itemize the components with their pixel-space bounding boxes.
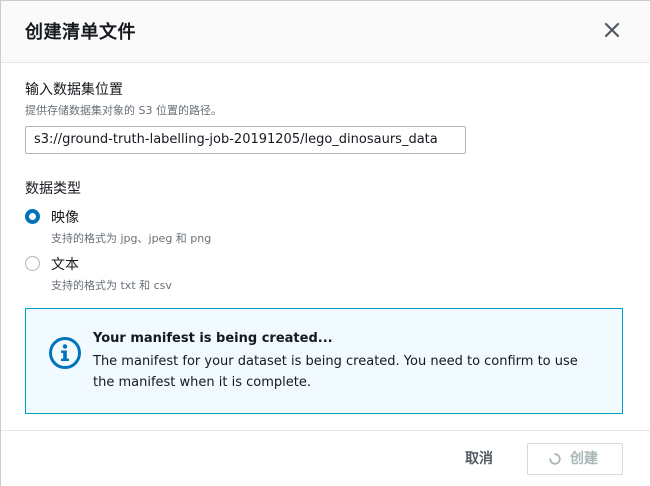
close-button[interactable]	[601, 19, 623, 41]
radio-button-text[interactable]	[25, 256, 40, 271]
data-type-label: 数据类型	[25, 181, 81, 197]
radio-description-text: 支持的格式为 txt 和 csv	[51, 279, 172, 292]
create-button-label: 创建	[570, 451, 598, 467]
info-icon	[49, 337, 81, 369]
create-manifest-dialog: 创建清单文件 输入数据集位置 提供存储数据集对象的 S3 位置的路径。 s3:/…	[0, 0, 650, 486]
dialog-header: 创建清单文件	[1, 1, 650, 63]
create-button[interactable]: 创建	[527, 443, 623, 475]
alert-title: Your manifest is being created...	[93, 331, 333, 346]
radio-description-image: 支持的格式为 jpg、jpeg 和 png	[51, 232, 212, 245]
radio-option-image[interactable]: 映像 支持的格式为 jpg、jpeg 和 png	[25, 207, 425, 247]
close-icon	[604, 22, 620, 38]
dialog-body: 输入数据集位置 提供存储数据集对象的 S3 位置的路径。 s3://ground…	[1, 64, 650, 430]
spinner-icon	[549, 453, 561, 465]
radio-title-text: 文本	[51, 257, 79, 273]
dialog-title: 创建清单文件	[25, 22, 136, 43]
info-alert: Your manifest is being created... The ma…	[25, 308, 623, 414]
cancel-button[interactable]: 取消	[449, 443, 509, 475]
dataset-location-label: 输入数据集位置	[25, 82, 123, 98]
dataset-location-input[interactable]: s3://ground-truth-labelling-job-20191205…	[25, 126, 466, 154]
radio-option-text[interactable]: 文本 支持的格式为 txt 和 csv	[25, 254, 425, 294]
radio-title-image: 映像	[51, 210, 79, 226]
dataset-location-description: 提供存储数据集对象的 S3 位置的路径。	[25, 104, 222, 117]
alert-text: The manifest for your dataset is being c…	[93, 354, 578, 390]
radio-button-image[interactable]	[25, 209, 40, 224]
dialog-footer: 取消 创建	[1, 430, 650, 486]
